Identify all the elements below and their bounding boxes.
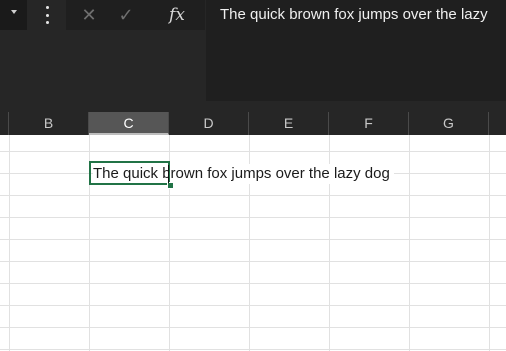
chevron-down-icon[interactable] bbox=[11, 10, 17, 14]
column-header-b[interactable]: B bbox=[9, 112, 89, 135]
name-box[interactable] bbox=[0, 0, 27, 30]
edit-caret bbox=[168, 165, 169, 183]
fill-handle[interactable] bbox=[167, 182, 174, 189]
column-headers: BCDEFG bbox=[0, 112, 506, 135]
formula-bar-area: ✕ ✓ fx The quick brown fox jumps over th… bbox=[0, 0, 506, 112]
column-header-e[interactable]: E bbox=[249, 112, 329, 135]
insert-function-button[interactable]: fx bbox=[166, 5, 188, 25]
column-header-c[interactable]: C bbox=[89, 112, 169, 135]
formula-buttons: ✕ ✓ fx bbox=[66, 0, 205, 30]
column-header-f[interactable]: F bbox=[329, 112, 409, 135]
column-header-g[interactable]: G bbox=[409, 112, 489, 135]
active-cell[interactable] bbox=[89, 161, 170, 185]
cancel-icon[interactable]: ✕ bbox=[78, 5, 100, 25]
column-header-partial[interactable] bbox=[0, 112, 9, 135]
formula-text: The quick brown fox jumps over the lazy bbox=[220, 6, 488, 23]
more-vertical-icon[interactable] bbox=[42, 6, 52, 24]
formula-input[interactable]: The quick brown fox jumps over the lazy bbox=[206, 0, 506, 101]
enter-check-icon[interactable]: ✓ bbox=[115, 5, 137, 25]
column-header-d[interactable]: D bbox=[169, 112, 249, 135]
